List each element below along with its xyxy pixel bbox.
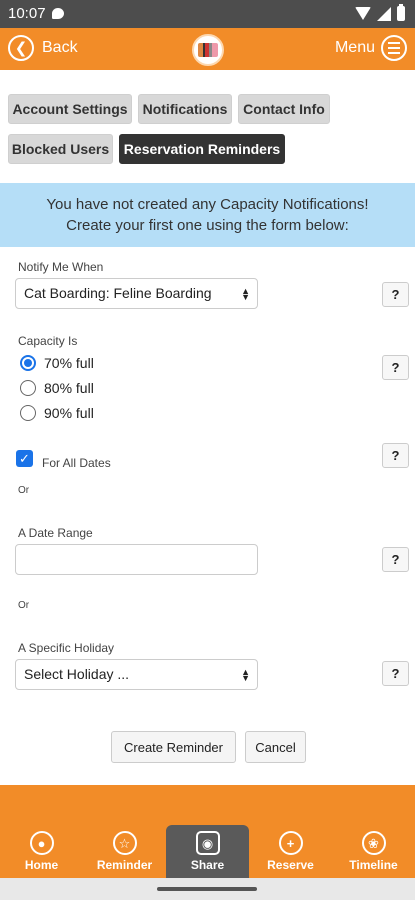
chevron-left-icon: ❮ — [8, 35, 34, 61]
status-time: 10:07 — [8, 5, 46, 22]
or-separator: Or — [18, 600, 30, 611]
signal-icon — [377, 6, 391, 21]
tab-account-settings[interactable]: Account Settings — [8, 94, 132, 124]
tab-contact-info[interactable]: Contact Info — [238, 94, 330, 124]
plus-icon: + — [278, 831, 303, 855]
message-icon — [52, 8, 64, 19]
person-icon: ● — [29, 831, 54, 855]
nav-share[interactable]: ◉ Share — [166, 825, 249, 881]
star-icon: ☆ — [112, 831, 137, 855]
help-button-date-range[interactable]: ? — [382, 547, 409, 572]
tab-notifications[interactable]: Notifications — [138, 94, 232, 124]
battery-icon — [397, 4, 405, 21]
capacity-option-label: 70% full — [44, 355, 94, 371]
back-label: Back — [42, 39, 78, 56]
banner-line-1: You have not created any Capacity Notifi… — [46, 196, 369, 213]
create-reminder-button[interactable]: Create Reminder — [111, 731, 236, 763]
back-button[interactable]: ❮ Back — [8, 35, 78, 61]
nav-timeline[interactable]: ❀ Timeline — [332, 825, 415, 878]
capacity-option-80[interactable]: 80% full — [20, 380, 94, 396]
wifi-icon — [355, 7, 371, 20]
nav-label: Share — [190, 858, 225, 872]
capacity-option-90[interactable]: 90% full — [20, 405, 94, 421]
notify-label: Notify Me When — [18, 260, 104, 274]
status-bar: 10:07 — [0, 0, 415, 28]
help-button-all-dates[interactable]: ? — [382, 443, 409, 468]
nav-label: Reserve — [267, 858, 314, 872]
footer-band — [0, 785, 415, 825]
or-separator: Or — [18, 485, 30, 496]
nav-label: Home — [24, 858, 59, 872]
camera-icon: ◉ — [195, 831, 220, 855]
select-caret-icon: ▲ ▼ — [241, 286, 250, 302]
date-range-label: A Date Range — [18, 526, 93, 540]
notify-select[interactable]: Cat Boarding: Feline Boarding ▲ ▼ — [15, 278, 258, 309]
radio-unselected[interactable] — [20, 380, 36, 396]
info-banner: You have not created any Capacity Notifi… — [0, 183, 415, 247]
nav-label: Reminder — [96, 858, 153, 872]
help-button-capacity[interactable]: ? — [382, 355, 409, 380]
capacity-label: Capacity Is — [18, 334, 78, 348]
holiday-select[interactable]: Select Holiday ... ▲ ▼ — [15, 659, 258, 690]
nav-label: Timeline — [349, 858, 398, 872]
select-caret-icon: ▲ ▼ — [241, 667, 250, 683]
tab-blocked-users[interactable]: Blocked Users — [8, 134, 113, 164]
tab-reservation-reminders[interactable]: Reservation Reminders — [119, 134, 285, 164]
home-gesture-pill[interactable] — [157, 887, 257, 891]
logo-image — [198, 43, 218, 57]
holiday-select-value: Select Holiday ... — [24, 666, 130, 682]
bottom-nav: ● Home ☆ Reminder ◉ Share + Reserve ❀ Ti… — [0, 825, 415, 881]
app-logo[interactable] — [192, 34, 224, 66]
banner-line-2: Create your first one using the form bel… — [66, 217, 349, 234]
menu-button[interactable]: Menu — [335, 35, 407, 61]
notify-select-value: Cat Boarding: Feline Boarding — [24, 285, 212, 301]
holiday-label: A Specific Holiday — [18, 641, 115, 655]
radio-selected[interactable] — [20, 355, 36, 371]
radio-unselected[interactable] — [20, 405, 36, 421]
help-button-holiday[interactable]: ? — [382, 661, 409, 686]
all-dates-checkbox[interactable]: ✓ — [16, 450, 33, 467]
app-header: ❮ Back Menu — [0, 28, 415, 70]
all-dates-label: For All Dates — [42, 456, 111, 470]
paw-icon: ❀ — [361, 831, 386, 855]
nav-reserve[interactable]: + Reserve — [249, 825, 332, 878]
date-range-input[interactable] — [15, 544, 258, 575]
help-button-notify[interactable]: ? — [382, 282, 409, 307]
menu-label: Menu — [334, 39, 375, 56]
nav-reminder[interactable]: ☆ Reminder — [83, 825, 166, 878]
nav-home[interactable]: ● Home — [0, 825, 83, 878]
capacity-option-label: 80% full — [44, 380, 94, 396]
system-nav-bar — [0, 878, 415, 900]
cancel-button[interactable]: Cancel — [245, 731, 306, 763]
capacity-option-70[interactable]: 70% full — [20, 355, 94, 371]
capacity-option-label: 90% full — [44, 405, 94, 421]
hamburger-icon — [381, 35, 407, 61]
